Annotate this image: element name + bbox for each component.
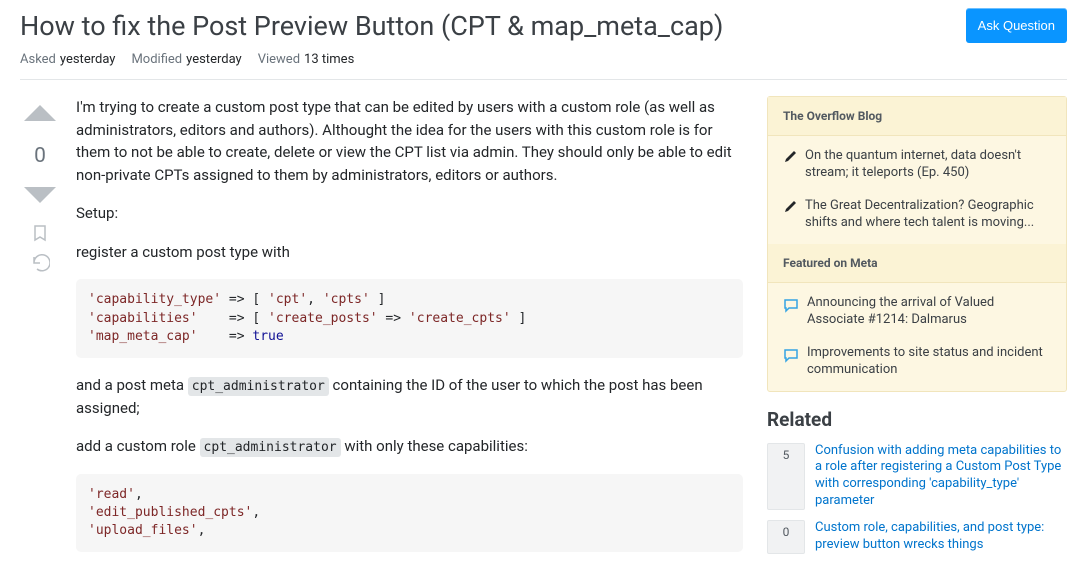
post-paragraph: and a post meta cpt_administrator contai… bbox=[76, 374, 743, 419]
modified-value: yesterday bbox=[186, 52, 242, 67]
related-score: 5 bbox=[767, 443, 805, 511]
post-paragraph: I'm trying to create a custom post type … bbox=[76, 96, 743, 186]
asked-label: Asked bbox=[20, 52, 56, 67]
widget-header: The Overflow Blog bbox=[768, 97, 1066, 136]
related-heading: Related bbox=[767, 408, 1067, 431]
viewed-value: 13 times bbox=[304, 52, 354, 67]
blog-item[interactable]: On the quantum internet, data doesn't st… bbox=[768, 140, 1066, 190]
viewed-label: Viewed bbox=[258, 52, 300, 67]
pencil-icon bbox=[783, 150, 797, 182]
post-body: I'm trying to create a custom post type … bbox=[76, 96, 743, 568]
meta-item[interactable]: Announcing the arrival of Valued Associa… bbox=[768, 287, 1066, 337]
modified-label: Modified bbox=[131, 52, 182, 67]
inline-code: cpt_administrator bbox=[188, 377, 329, 396]
related-link[interactable]: Custom role, capabilities, and post type… bbox=[815, 520, 1067, 554]
meta-item[interactable]: Improvements to site status and incident… bbox=[768, 337, 1066, 387]
question-meta: Asked yesterday Modified yesterday Viewed 1… bbox=[20, 52, 1067, 80]
related-item: 0 Custom role, capabilities, and post ty… bbox=[767, 520, 1067, 554]
post-paragraph: add a custom role cpt_administrator with… bbox=[76, 435, 743, 458]
bookmark-icon[interactable] bbox=[31, 224, 49, 246]
speech-bubble-icon bbox=[783, 347, 799, 379]
upvote-button[interactable] bbox=[22, 96, 58, 136]
ask-question-button[interactable]: Ask Question bbox=[966, 8, 1067, 43]
related-score: 0 bbox=[767, 520, 805, 554]
asked-value: yesterday bbox=[60, 52, 116, 67]
history-icon[interactable] bbox=[31, 254, 50, 276]
code-block: 'capability_type' => [ 'cpt', 'cpts' ] '… bbox=[76, 279, 743, 358]
pencil-icon bbox=[783, 200, 797, 232]
related-item: 5 Confusion with adding meta capabilitie… bbox=[767, 443, 1067, 511]
related-link[interactable]: Confusion with adding meta capabilities … bbox=[815, 443, 1067, 511]
widget-header: Featured on Meta bbox=[768, 244, 1066, 283]
inline-code: cpt_administrator bbox=[200, 438, 341, 457]
question-title: How to fix the Post Preview Button (CPT … bbox=[20, 8, 723, 44]
speech-bubble-icon bbox=[783, 297, 799, 329]
code-block: 'read', 'edit_published_cpts', 'upload_f… bbox=[76, 474, 743, 553]
post-paragraph: Setup: bbox=[76, 202, 743, 225]
blog-item[interactable]: The Great Decentralization? Geographic s… bbox=[768, 190, 1066, 240]
downvote-button[interactable] bbox=[22, 176, 58, 216]
vote-score: 0 bbox=[34, 144, 46, 168]
overflow-blog-widget: The Overflow Blog On the quantum interne… bbox=[767, 96, 1067, 391]
post-paragraph: register a custom post type with bbox=[76, 241, 743, 264]
